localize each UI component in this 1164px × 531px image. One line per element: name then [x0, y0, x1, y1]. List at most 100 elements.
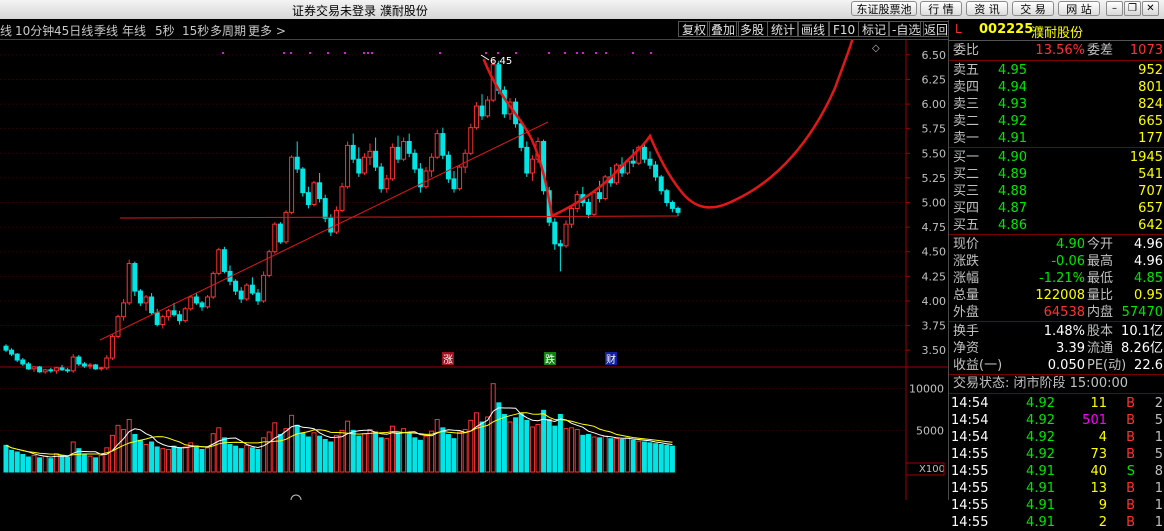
- candle-body: [93, 364, 99, 370]
- ask-price: 4.91: [998, 131, 1027, 146]
- window-title: 证券交易未登录 濮耐股份: [292, 4, 428, 18]
- volume-bar: [65, 456, 71, 473]
- volume-bar: [608, 438, 614, 473]
- volume-bar: [283, 428, 289, 473]
- candle-body: [305, 192, 311, 205]
- tick-count: 5: [1154, 447, 1163, 462]
- period-45day[interactable]: 45日线: [54, 22, 93, 39]
- stock-code: 002225: [979, 22, 1034, 37]
- volume-bar: [664, 444, 670, 473]
- tick-side: B: [1126, 481, 1135, 496]
- volume-bar: [137, 439, 143, 473]
- website-button[interactable]: 网 站: [1058, 1, 1100, 16]
- trade-status-row: 交易状态: 闭市阶段 15:00:00: [949, 375, 1164, 392]
- stock-name: 濮耐股份: [1031, 26, 1084, 41]
- volume-bar: [322, 439, 328, 473]
- close-icon[interactable]: ✕: [1142, 1, 1159, 16]
- tick-row: 14:54 4.92 4 B 1: [949, 429, 1164, 446]
- period-15sec[interactable]: 15秒: [182, 22, 209, 39]
- candle-body: [272, 223, 278, 253]
- signal-dot: [576, 52, 578, 54]
- restore-icon[interactable]: ❐: [1124, 1, 1141, 16]
- candle-body: [160, 316, 166, 326]
- multi-period-button[interactable]: 多周期: [210, 22, 246, 39]
- candle-body: [322, 198, 328, 219]
- tick-side: B: [1126, 447, 1135, 462]
- signal-dot: [650, 52, 652, 54]
- candle-body: [345, 144, 351, 188]
- period-partial[interactable]: 线: [0, 22, 12, 39]
- kline-chart[interactable]: 3.50 3.75 4.00 4.25 4.50 4.75 5.00 5.25 5.50 5.75…: [0, 16, 948, 506]
- volume-bar: [462, 429, 468, 473]
- volume-bar: [373, 431, 379, 473]
- event-marker-label: 跌: [545, 353, 555, 366]
- statistics-button[interactable]: 统计: [767, 21, 800, 37]
- volume-bar: [625, 437, 631, 473]
- volume-bar: [149, 441, 155, 473]
- candle-body: [585, 202, 591, 215]
- tick-count: 5: [1154, 413, 1163, 428]
- price-tick-label: 4.25: [922, 270, 947, 283]
- watchlist-button[interactable]: -自选: [888, 21, 925, 37]
- trade-status: 交易状态: 闭市阶段 15:00:00: [953, 376, 1129, 391]
- volume-bar: [445, 434, 451, 473]
- ask-volume: 177: [1138, 131, 1163, 146]
- minimize-icon[interactable]: –: [1106, 1, 1123, 16]
- kline-chart-area[interactable]: 3.50 3.75 4.00 4.25 4.50 4.75 5.00 5.25 5.50 5.75…: [0, 16, 948, 506]
- volume-bar: [216, 427, 222, 473]
- period-year[interactable]: 年线: [122, 22, 146, 39]
- candle-body: [664, 190, 670, 203]
- trade-button[interactable]: 交 易: [1012, 1, 1054, 16]
- candle-body: [473, 105, 479, 129]
- volume-tick-label: 5000: [916, 424, 944, 437]
- bid-price: 4.90: [998, 150, 1027, 165]
- candle-body: [177, 314, 183, 322]
- more-button[interactable]: 更多 >: [248, 22, 286, 39]
- market-button[interactable]: 行 情: [920, 1, 962, 16]
- price-tick-label: 6.50: [922, 49, 947, 62]
- ask-volume: 665: [1138, 114, 1163, 129]
- volume-bar: [333, 434, 339, 473]
- period-season[interactable]: 季线: [94, 22, 118, 39]
- volume-bar: [109, 434, 115, 473]
- ask-row: 卖一 4.91 177: [949, 130, 1164, 147]
- candle-body: [434, 133, 440, 158]
- bid-label: 买二: [953, 167, 980, 182]
- volume-bar: [529, 426, 535, 473]
- news-button[interactable]: 资 讯: [966, 1, 1008, 16]
- volume-bar: [641, 441, 647, 473]
- volume-bar: [70, 441, 76, 473]
- signal-dot: [582, 52, 584, 54]
- candle-body: [98, 367, 104, 370]
- stock-pool-button[interactable]: 东证股票池: [851, 1, 917, 16]
- period-10min[interactable]: 10分钟: [15, 22, 54, 39]
- price-tick-label: 3.50: [922, 344, 947, 357]
- period-5sec[interactable]: 5秒: [155, 22, 175, 39]
- f10-button[interactable]: F10: [829, 21, 860, 37]
- tick-price: 4.92: [1026, 447, 1055, 462]
- candle-body: [429, 156, 435, 172]
- candle-body: [658, 176, 664, 192]
- draw-line-button[interactable]: 画线: [797, 21, 830, 37]
- candle-body: [165, 310, 171, 318]
- volume-bar: [468, 419, 474, 473]
- mark-button[interactable]: 标记: [858, 21, 891, 37]
- volume-bar: [384, 438, 390, 473]
- candle-body: [249, 284, 255, 294]
- tick-count: 1: [1154, 430, 1163, 445]
- volume-bar: [48, 458, 54, 473]
- volume-bar: [238, 448, 244, 473]
- candle-body: [31, 366, 37, 370]
- overlay-button[interactable]: 叠加: [707, 21, 740, 37]
- candle-body: [149, 296, 155, 314]
- multi-stock-button[interactable]: 多股: [736, 21, 769, 37]
- candle-body: [675, 207, 681, 213]
- ask-row: 卖二 4.92 665: [949, 113, 1164, 130]
- volume-bar: [350, 429, 356, 473]
- volume-bar: [636, 440, 642, 473]
- volume-bar: [199, 449, 205, 473]
- separator: [949, 147, 1164, 148]
- adjust-button[interactable]: 复权: [678, 21, 711, 37]
- volume-bar: [266, 431, 272, 473]
- volume-bar: [345, 420, 351, 473]
